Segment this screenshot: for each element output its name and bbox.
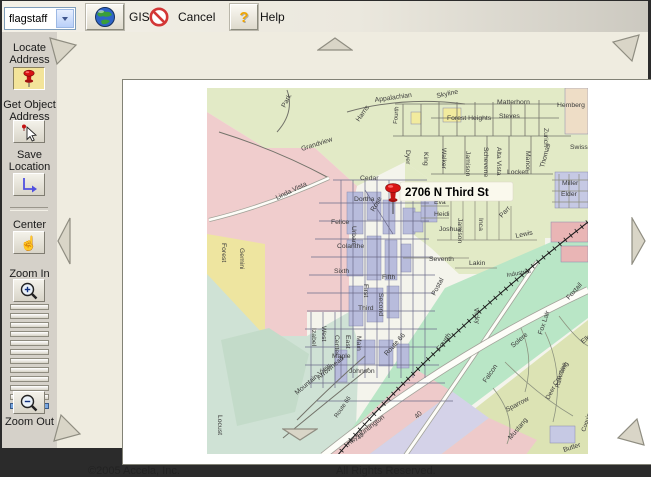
region-dropdown[interactable]: flagstaff [4, 7, 76, 30]
svg-text:Jamison: Jamison [456, 218, 463, 244]
svg-text:Locust: Locust [216, 415, 223, 435]
svg-text:Fifth: Fifth [382, 274, 395, 281]
region-dropdown-value: flagstaff [5, 13, 55, 25]
svg-text:Colanthe: Colanthe [337, 243, 364, 250]
svg-text:Forest Heights: Forest Heights [447, 115, 492, 122]
svg-text:Steves: Steves [499, 113, 520, 120]
bent-arrow-icon [19, 175, 39, 195]
cancel-label: Cancel [178, 10, 215, 24]
gis-button[interactable] [86, 4, 124, 30]
zoom-in-button[interactable] [13, 279, 45, 302]
svg-text:Miller: Miller [562, 180, 579, 187]
pan-up-arrow[interactable] [317, 37, 353, 51]
map-frame: ParkGrandviewLinda VistaAppalachianHarri… [57, 32, 648, 448]
zoom-out-button[interactable] [13, 391, 45, 414]
chevron-down-icon[interactable] [56, 9, 74, 28]
pan-down-left-arrow[interactable] [52, 413, 82, 443]
svg-text:King: King [422, 152, 429, 166]
pan-left-arrow[interactable] [57, 217, 71, 265]
zoom-level-bar[interactable] [10, 367, 49, 373]
zoom-level-bar[interactable] [10, 304, 49, 310]
cursor-pin-icon [19, 122, 39, 142]
save-location-label: Save Location [2, 149, 57, 173]
svg-text:Dyer: Dyer [404, 150, 411, 165]
center-label: Center [2, 219, 57, 231]
zoom-level-bar[interactable] [10, 376, 49, 382]
zoom-level-bar[interactable] [10, 313, 49, 319]
svg-text:East: East [344, 335, 351, 349]
svg-text:Lockett: Lockett [507, 169, 529, 176]
zoom-level-bar[interactable] [10, 322, 49, 328]
locate-address-button[interactable] [13, 67, 45, 90]
svg-text:Alta Vista: Alta Vista [495, 147, 502, 176]
gis-label: GIS [129, 10, 150, 24]
svg-text:2706 N Third St: 2706 N Third St [405, 187, 489, 199]
globe-icon [93, 5, 117, 29]
svg-text:Swiss: Swiss [570, 144, 588, 151]
pan-down-arrow[interactable] [282, 428, 318, 441]
help-label: Help [260, 10, 285, 24]
map[interactable]: ParkGrandviewLinda VistaAppalachianHarri… [207, 88, 588, 454]
center-button[interactable]: ☝ [13, 231, 45, 254]
zoom-in-icon [19, 281, 39, 301]
zoom-out-label: Zoom Out [2, 416, 57, 428]
get-object-address-button[interactable] [13, 120, 45, 143]
svg-text:Third: Third [358, 305, 374, 312]
svg-text:Seventh: Seventh [429, 256, 454, 263]
zoom-out-icon [19, 393, 39, 413]
svg-text:Izabel: Izabel [310, 328, 317, 347]
svg-text:Inca: Inca [477, 218, 484, 231]
cancel-icon[interactable] [148, 6, 170, 28]
svg-text:First: First [362, 284, 369, 297]
svg-text:Matterhorn: Matterhorn [497, 99, 530, 106]
pan-down-right-arrow[interactable] [612, 413, 646, 447]
svg-text:Dortha: Dortha [354, 196, 375, 203]
zoom-level-bar[interactable] [10, 349, 49, 355]
hand-pointer-icon: ☝ [20, 236, 37, 250]
svg-text:Forest: Forest [220, 243, 227, 262]
toolbar: flagstaff GIS Cancel ? Help [2, 1, 648, 33]
svg-text:Johnson: Johnson [349, 368, 375, 375]
svg-text:Urban: Urban [350, 226, 357, 245]
help-button[interactable]: ? [230, 4, 258, 30]
gis-window: flagstaff GIS Cancel ? Help Locate Addre… [2, 1, 648, 448]
pan-up-right-arrow[interactable] [607, 33, 641, 67]
zoom-level-bar[interactable] [10, 340, 49, 346]
zoom-level-bar[interactable] [10, 331, 49, 337]
question-mark-icon: ? [239, 9, 248, 26]
svg-text:Main: Main [355, 336, 362, 351]
zoom-level-bar[interactable] [10, 358, 49, 364]
svg-text:Schevene: Schevene [482, 147, 489, 177]
pushpin-icon [19, 69, 39, 89]
svg-text:Heidi: Heidi [434, 211, 450, 218]
copyright-text: ©2005 Accela, Inc. [88, 465, 180, 477]
svg-text:West: West [320, 326, 327, 341]
rights-text: All Rights Reserved. [336, 465, 436, 477]
pan-up-left-arrow[interactable] [48, 36, 78, 66]
separator [10, 207, 48, 211]
pan-right-arrow[interactable] [631, 217, 647, 265]
svg-text:Hemberg: Hemberg [557, 102, 585, 109]
svg-text:Manor: Manor [524, 151, 531, 171]
svg-text:Walker: Walker [440, 148, 447, 170]
svg-text:Jamison: Jamison [464, 151, 471, 177]
svg-text:Felice: Felice [331, 219, 349, 226]
tool-sidebar: Locate Address Get Object Address Save L… [2, 32, 57, 448]
svg-text:Gemini: Gemini [238, 248, 245, 270]
svg-text:Second: Second [377, 293, 384, 316]
svg-text:Cedar: Cedar [360, 175, 379, 182]
svg-text:Sixth: Sixth [334, 268, 349, 275]
save-location-button[interactable] [13, 173, 45, 196]
svg-text:Vicky: Vicky [472, 308, 480, 325]
svg-text:Lakin: Lakin [469, 260, 485, 267]
svg-text:Elder: Elder [561, 191, 578, 198]
